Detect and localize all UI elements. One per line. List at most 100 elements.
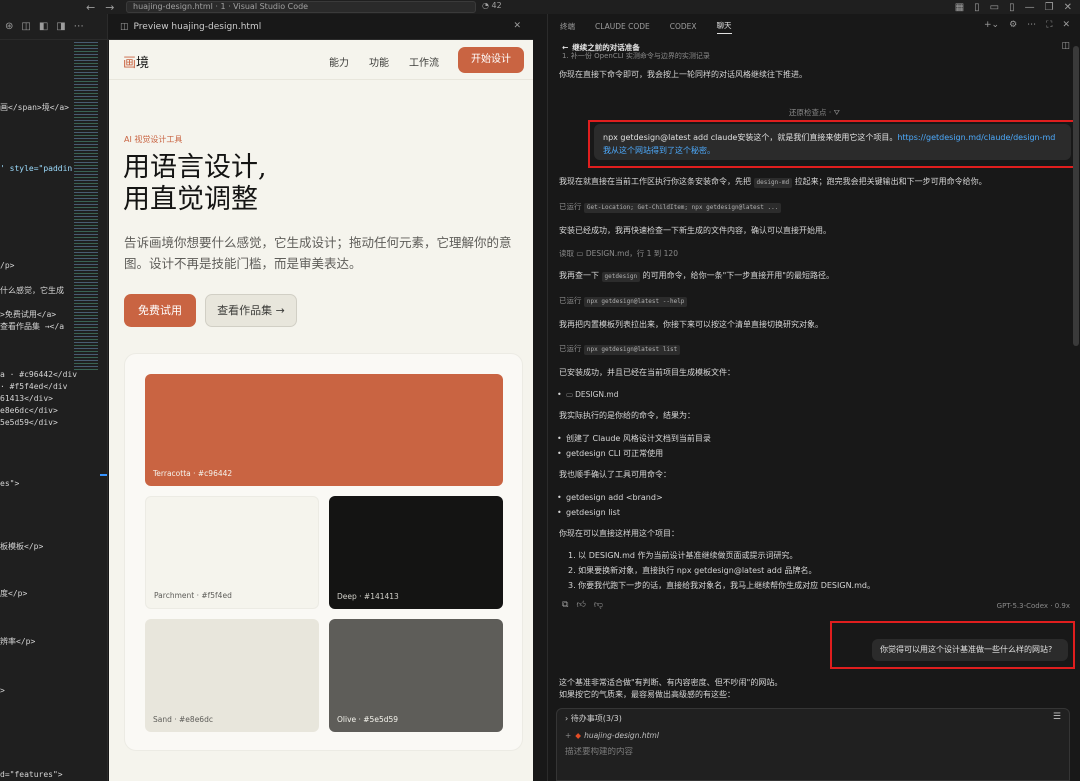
free-trial-button[interactable]: 免费试用 — [124, 294, 196, 327]
layout-icon[interactable]: ▦ — [955, 2, 964, 13]
add-context-icon[interactable]: + — [565, 731, 571, 740]
scroll-indicator — [100, 474, 107, 476]
new-chat-icon[interactable]: +⌄ — [984, 20, 999, 30]
file-chip-label: DESIGN.md — [575, 390, 619, 399]
copy-icon[interactable]: ⧉ — [562, 600, 568, 610]
minimap[interactable] — [74, 42, 98, 372]
badge-count: 42 — [491, 1, 502, 10]
swatch-terracotta: Terracotta · #c96442 — [145, 374, 503, 486]
assistant-message: 你现在可以直接这样用这个项目： — [559, 529, 679, 538]
swatch-parchment: Parchment · #f5f4ed — [145, 496, 319, 609]
preview-file-icon: ◫ — [120, 21, 129, 32]
tool-run-label: 已运行 — [559, 344, 582, 353]
assistant-message: 我实际执行的是你给的命令，结果为： — [559, 411, 695, 420]
toggle-sidebar-icon[interactable]: ▯ — [974, 2, 980, 13]
preview-tab[interactable]: ◫ Preview huajing-design.html ✕ — [108, 14, 533, 40]
tab-terminal[interactable]: 终端 — [560, 21, 575, 32]
checklist-icon[interactable]: ☰ — [1053, 712, 1061, 722]
checkpoint-icon: ⛛ — [833, 108, 840, 117]
code-line: > — [0, 686, 5, 695]
title-nav: ← → — [86, 0, 114, 14]
chat-composer: › 待办事项(3/3) ☰ + ◆ huajing-design.html — [556, 708, 1070, 781]
inline-code: design-md — [753, 178, 793, 188]
forward-arrow-icon[interactable]: → — [105, 1, 114, 14]
code-line: 辨率</p> — [0, 637, 36, 646]
preview-pane: ◫ Preview huajing-design.html ✕ 画境 能力 功能… — [107, 14, 533, 781]
read-file: DESIGN.md — [585, 249, 630, 258]
restore-checkpoint[interactable]: 还原检查点 · ⛛ — [548, 107, 1080, 118]
message-text: 的可用命令，给你一条"下一步直接开用"的最短路径。 — [642, 271, 834, 280]
html-file-icon[interactable]: ◫ — [21, 21, 30, 32]
tool-run-row[interactable]: 已运行 npx getdesign@latest --help — [559, 294, 1069, 307]
nav-link-workflow[interactable]: 工作流 — [409, 54, 439, 69]
assistant-message: 我现在就直接在当前工作区执行你这条安装命令，先把 design-md 拉起来；跑… — [559, 175, 1069, 188]
panel-controls: +⌄ ⚙ ⋯ ⛶ ✕ — [984, 20, 1070, 30]
attachment-chip[interactable]: + ◆ huajing-design.html — [565, 731, 659, 740]
more-icon[interactable]: ⋯ — [1027, 20, 1036, 30]
tab-claude-code[interactable]: CLAUDE CODE — [595, 22, 650, 31]
close-window-icon[interactable]: ✕ — [1064, 2, 1072, 13]
nav-link-features[interactable]: 功能 — [369, 54, 389, 69]
chat-input[interactable] — [565, 747, 1055, 757]
tool-run-row[interactable]: 已运行 npx getdesign@latest list — [559, 342, 1069, 355]
settings-gear-icon[interactable]: ⚙ — [1009, 20, 1017, 30]
assistant-message: 我再查一下 getdesign 的可用命令，给你一条"下一步直接开用"的最短路径… — [559, 269, 1069, 282]
read-range: ，行 1 到 120 — [629, 249, 678, 258]
assistant-message: 你现在直接下命令即可，我会按上一轮同样的对话风格继续往下推进。 — [559, 70, 807, 79]
swatch-olive: Olive · #5e5d59 — [329, 619, 503, 732]
read-label: 读取 — [559, 249, 574, 258]
start-design-button[interactable]: 开始设计 — [458, 47, 524, 73]
code-editor-strip[interactable]: ⊛ ◫ ◧ ◨ ⋯ 画</span>境</a> ' style="paddin … — [0, 14, 107, 781]
file-chip[interactable]: ▭ DESIGN.md — [566, 388, 618, 401]
todo-toggle[interactable]: › 待办事项(3/3) — [565, 713, 622, 724]
maximize-icon[interactable]: ❐ — [1045, 2, 1054, 13]
hero-title-line: 用语言设计, — [123, 152, 267, 183]
attachment-label: huajing-design.html — [584, 731, 659, 740]
message-text: 我现在就直接在当前工作区执行你这条安装命令，先把 — [559, 177, 751, 186]
tool-run-label: 已运行 — [559, 296, 582, 305]
ordered-item: 3. 你要我代跑下一步的话，直接给我对象名，我马上继续帮你生成对应 DESIGN… — [568, 581, 875, 590]
html5-icon: ◆ — [575, 731, 582, 740]
highlight-frame — [588, 120, 1075, 168]
tab-chat[interactable]: 聊天 — [716, 20, 732, 34]
preview-icon[interactable]: ◧ — [39, 21, 48, 32]
code-line: 查看作品集 →</a — [0, 322, 65, 331]
copilot-badge[interactable]: ◔ 42 — [482, 1, 502, 10]
code-line: e8e6dc</div> — [0, 406, 58, 415]
view-portfolio-button[interactable]: 查看作品集 → — [205, 294, 297, 327]
minimize-icon[interactable]: — — [1025, 2, 1035, 13]
back-arrow-icon[interactable]: ← — [86, 1, 95, 14]
assistant-message: 我再把内置模板列表拉出来，你接下来可以按这个清单直接切换研究对象。 — [559, 320, 823, 329]
site-nav: 画境 能力 功能 工作流 开始设计 — [109, 40, 533, 80]
more-icon[interactable]: ⋯ — [74, 21, 84, 32]
toggle-secondary-icon[interactable]: ▯ — [1009, 2, 1015, 13]
close-icon[interactable]: ✕ — [1062, 20, 1070, 30]
copilot-icon[interactable]: ⊛ — [5, 21, 13, 32]
list-item: 创建了 Claude 风格设计文档到当前目录 — [557, 432, 711, 445]
site-logo[interactable]: 画境 — [123, 52, 149, 71]
code-line: · #f5f4ed</div — [0, 382, 68, 391]
file-read-row[interactable]: 读取 ▭ DESIGN.md，行 1 到 120 — [559, 247, 1069, 260]
logo-rest: 境 — [136, 56, 150, 71]
tool-run-row[interactable]: 已运行 Get-Location; Get-ChildItem; npx get… — [559, 200, 1069, 213]
message-text: 我再查一下 — [559, 271, 599, 280]
title-bar: ← → huajing-design.html · 1 · Visual Stu… — [0, 0, 1080, 14]
tool-run-command: npx getdesign@latest --help — [583, 297, 688, 307]
command-center[interactable]: huajing-design.html · 1 · Visual Studio … — [126, 1, 476, 13]
nav-link-capabilities[interactable]: 能力 — [329, 54, 349, 69]
tool-run-command: Get-Location; Get-ChildItem; npx getdesi… — [583, 203, 782, 213]
thumbs-up-icon[interactable]: 👍︎ — [576, 600, 585, 610]
assistant-message: 如果按它的气质来，最容易做出高级感的有这些： — [559, 690, 735, 699]
code-line: /p> — [0, 261, 15, 270]
ordered-item: 1. 以 DESIGN.md 作为当前设计基准继续做页面或提示词研究。 — [568, 551, 798, 560]
close-icon[interactable]: ✕ — [513, 21, 521, 31]
chat-scrollbar[interactable] — [1073, 46, 1079, 346]
split-editor-icon[interactable]: ◨ — [56, 21, 65, 32]
toggle-panel-icon[interactable]: ▭ — [990, 2, 999, 13]
tab-codex[interactable]: CODEX — [670, 22, 697, 31]
chevron-right-icon: › — [565, 714, 569, 723]
thumbs-down-icon[interactable]: 👎︎ — [594, 600, 603, 610]
message-text: 拉起来；跑完我会把关键输出和下一步可用命令给你。 — [794, 177, 987, 186]
maximize-panel-icon[interactable]: ⛶ — [1046, 20, 1052, 30]
hero-subtitle: 告诉画境你想要什么感觉，它生成设计；拖动任何元素，它理解你的意图。设计不再是技能… — [124, 235, 512, 271]
